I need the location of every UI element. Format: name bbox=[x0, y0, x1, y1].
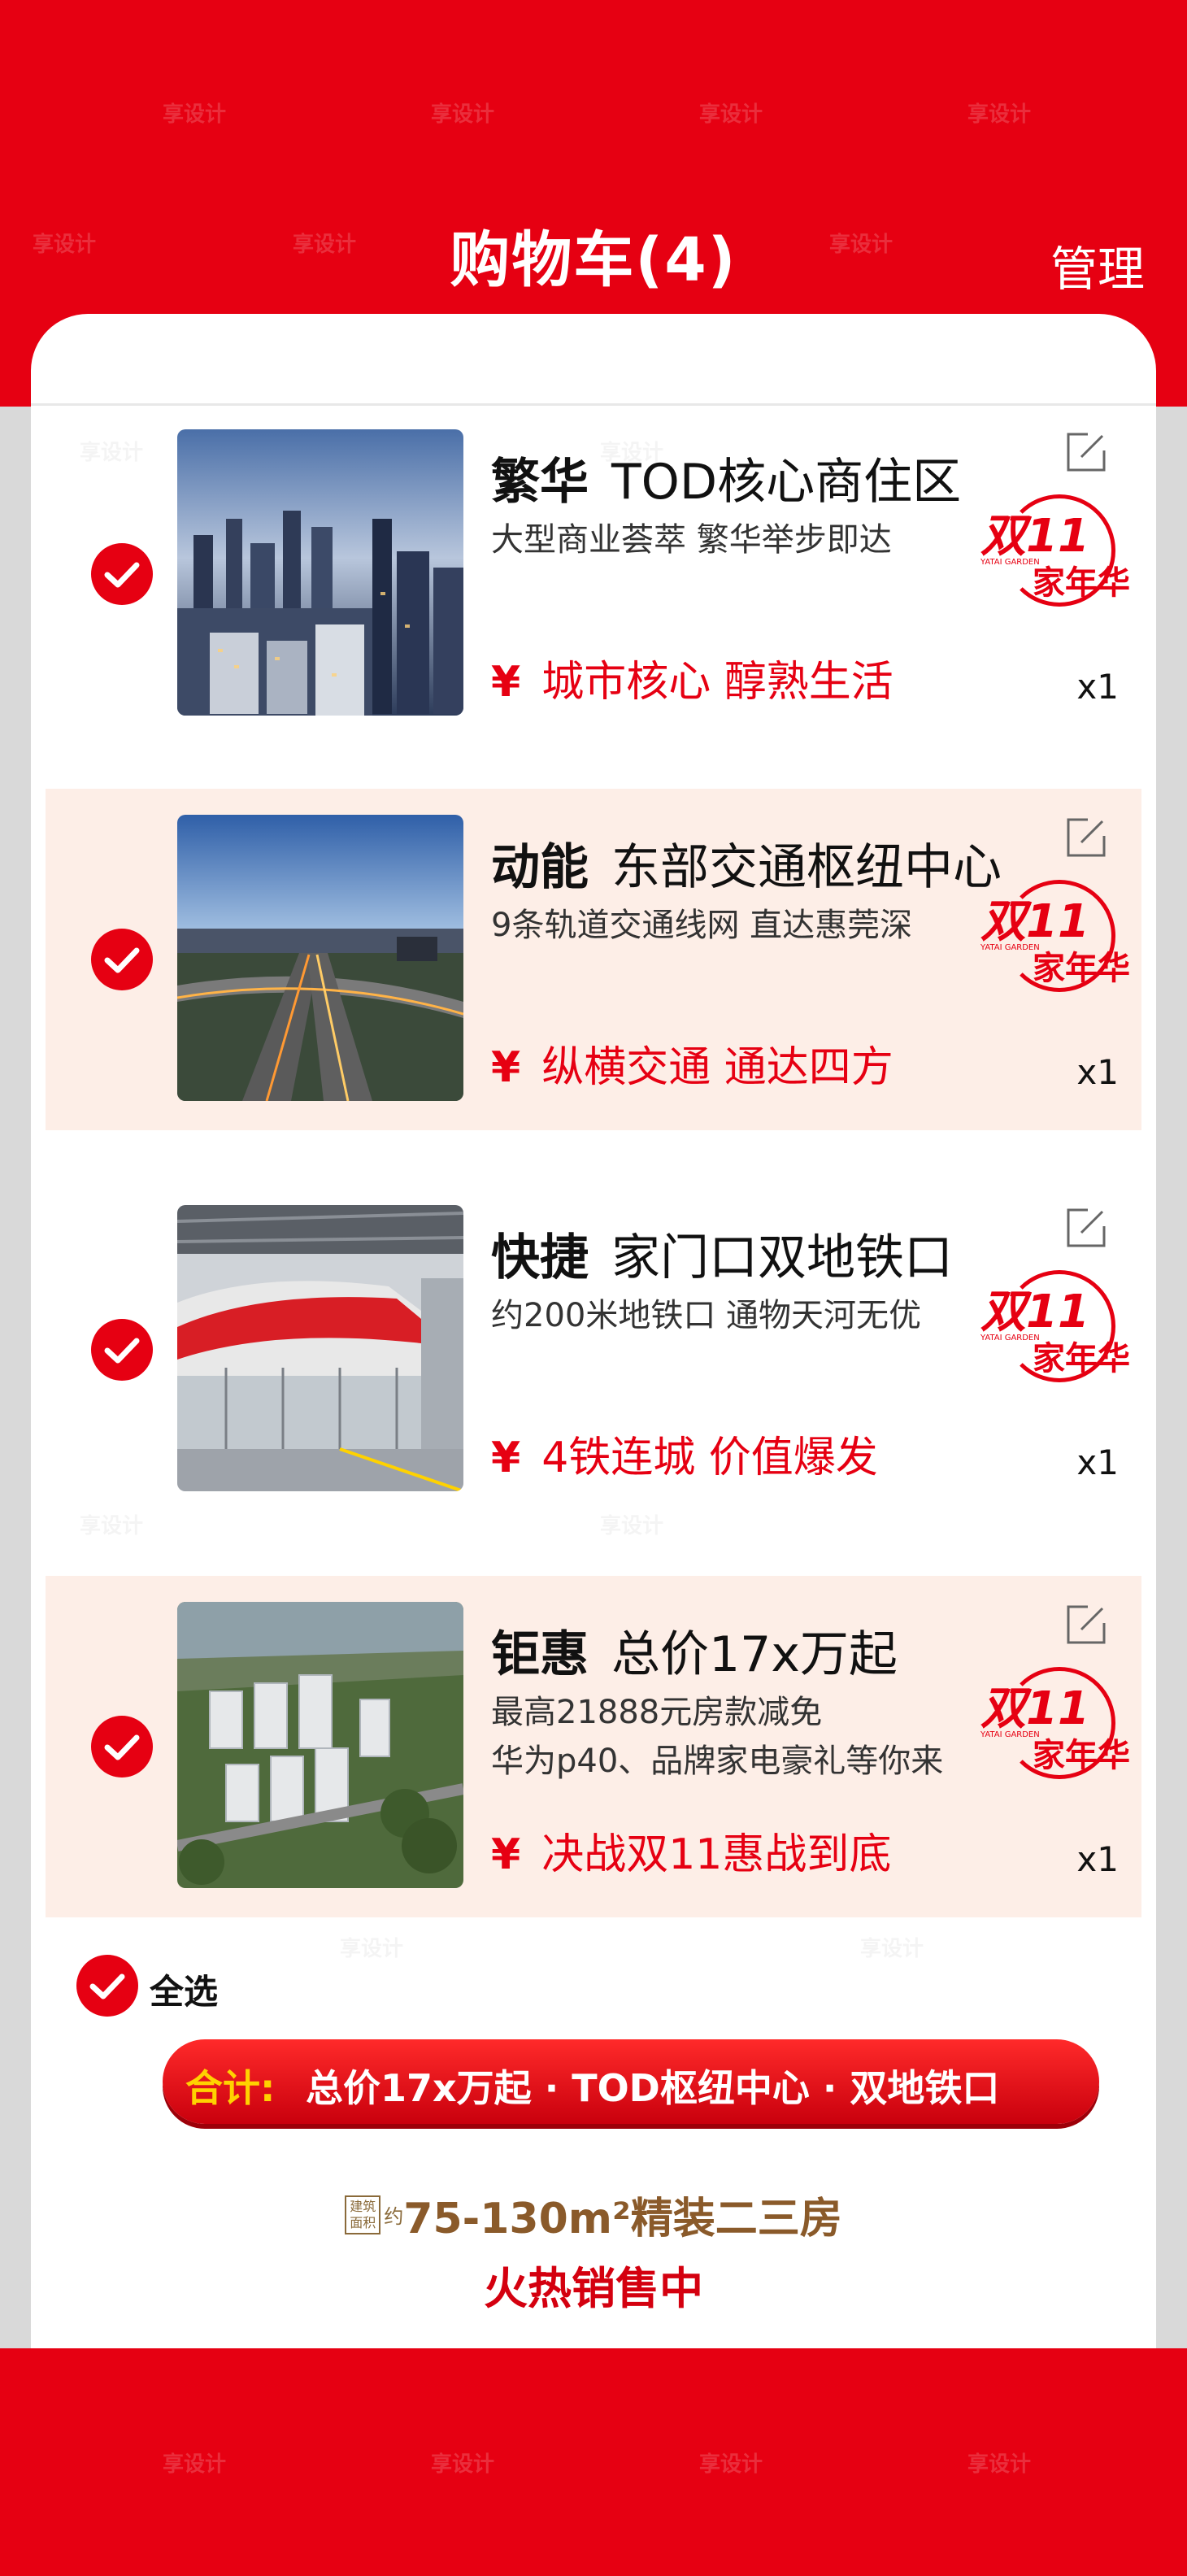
hot-sale-text: 火热销售中 bbox=[484, 2263, 703, 2314]
item-checkbox[interactable] bbox=[91, 543, 153, 605]
item-quantity: x1 bbox=[1076, 1839, 1119, 1879]
edit-icon[interactable] bbox=[1063, 815, 1109, 860]
item-checkbox[interactable] bbox=[91, 1319, 153, 1381]
watermark: 享设计 bbox=[431, 2452, 495, 2477]
item-quantity: x1 bbox=[1076, 1442, 1119, 1482]
watermark: 享设计 bbox=[163, 102, 227, 127]
item-subtitle-line: 华为p40、品牌家电豪礼等你来 bbox=[491, 1743, 944, 1780]
item-checkbox[interactable] bbox=[91, 1716, 153, 1778]
item-checkbox[interactable] bbox=[91, 929, 153, 990]
area-main: 75-130m²精装二三房 bbox=[403, 2195, 842, 2243]
edit-icon[interactable] bbox=[1063, 1205, 1109, 1251]
double11-badge: 双11 YATAI GARDEN 家年华 bbox=[980, 494, 1130, 616]
item-title: 繁华 TOD核心商住区 bbox=[491, 454, 962, 511]
watermark: 享设计 bbox=[860, 1932, 924, 1962]
watermark: 享设计 bbox=[163, 2452, 227, 2477]
edit-icon[interactable] bbox=[1063, 1602, 1109, 1647]
item-title: 快捷 家门口双地铁口 bbox=[491, 1229, 953, 1286]
metro-train-image bbox=[177, 1205, 463, 1491]
checkout-total-bar[interactable]: 合计: 总价17x万起 · TOD枢纽中心 · 双地铁口 bbox=[163, 2039, 1099, 2124]
item-quantity: x1 bbox=[1076, 1052, 1119, 1092]
residential-aerial-image bbox=[177, 1602, 463, 1888]
cart-item[interactable]: 钜惠 总价17x万起 最高21888元房款减免 华为p40、品牌家电豪礼等你来 ¥… bbox=[46, 1576, 1141, 1917]
total-text: 总价17x万起 · TOD枢纽中心 · 双地铁口 bbox=[306, 2066, 1000, 2110]
area-badge: 建筑 面积 bbox=[345, 2195, 381, 2234]
cart-item[interactable]: 繁华 TOD核心商住区 大型商业荟萃 繁华举步即达 ¥ 城市核心 醇熟生活 双11 … bbox=[46, 403, 1141, 745]
watermark: 享设计 bbox=[967, 102, 1032, 127]
select-all-label: 全选 bbox=[150, 1972, 219, 2012]
double11-badge: 双11 YATAI GARDEN 家年华 bbox=[980, 1667, 1130, 1789]
check-icon bbox=[104, 947, 140, 973]
cart-item[interactable]: 动能 东部交通枢纽中心 9条轨道交通线网 直达惠莞深 ¥ 纵横交通 通达四方 双11… bbox=[46, 789, 1141, 1130]
manage-button[interactable]: 管理 bbox=[1050, 231, 1145, 299]
item-subtitle: 9条轨道交通线网 直达惠莞深 bbox=[491, 907, 913, 944]
item-subtitle: 大型商业荟萃 繁华举步即达 bbox=[491, 521, 892, 559]
cart-panel: 享设计 享设计 享设计 享设计 享设计 享设计 bbox=[31, 314, 1156, 2348]
total-label: 合计: bbox=[185, 2066, 276, 2110]
city-skyline-image bbox=[177, 429, 463, 716]
check-icon bbox=[104, 562, 140, 588]
double11-badge: 双11 YATAI GARDEN 家年华 bbox=[980, 1270, 1130, 1392]
check-icon bbox=[89, 1973, 125, 1999]
item-title: 钜惠 总价17x万起 bbox=[491, 1626, 898, 1683]
watermark: 享设计 bbox=[699, 2452, 763, 2477]
highway-interchange-image bbox=[177, 815, 463, 1101]
edit-icon[interactable] bbox=[1063, 429, 1109, 475]
item-price: ¥ 城市核心 醇熟生活 bbox=[491, 658, 894, 707]
watermark: 享设计 bbox=[431, 102, 495, 127]
area-info: 建筑 面积 约75-130m²精装二三房 bbox=[31, 2184, 1156, 2245]
page-title: 购物车(4) bbox=[450, 225, 737, 295]
check-icon bbox=[104, 1338, 140, 1364]
double11-badge: 双11 YATAI GARDEN 家年华 bbox=[980, 880, 1130, 1002]
select-all-checkbox[interactable] bbox=[76, 1955, 138, 2017]
item-price: ¥ 纵横交通 通达四方 bbox=[491, 1043, 894, 1092]
item-subtitle-line: 最高21888元房款减免 bbox=[491, 1694, 823, 1731]
cart-item[interactable]: 快捷 家门口双地铁口 约200米地铁口 通物天河无优 ¥4铁连城 价值爆发 双11… bbox=[46, 1179, 1141, 1521]
watermark: 享设计 bbox=[967, 2452, 1032, 2477]
item-subtitle: 最高21888元房款减免 华为p40、品牌家电豪礼等你来 bbox=[491, 1688, 943, 1786]
item-quantity: x1 bbox=[1076, 667, 1119, 707]
check-icon bbox=[104, 1734, 140, 1760]
area-approx: 约 bbox=[384, 2205, 404, 2228]
watermark: 享设计 bbox=[699, 102, 763, 127]
item-price: ¥ 决战双11惠战到底 bbox=[491, 1830, 892, 1879]
watermark: 享设计 bbox=[340, 1932, 403, 1962]
item-subtitle: 约200米地铁口 通物天河无优 bbox=[491, 1297, 922, 1334]
item-title: 动能 东部交通枢纽中心 bbox=[491, 839, 1002, 896]
item-price: ¥4铁连城 价值爆发 bbox=[491, 1434, 878, 1482]
